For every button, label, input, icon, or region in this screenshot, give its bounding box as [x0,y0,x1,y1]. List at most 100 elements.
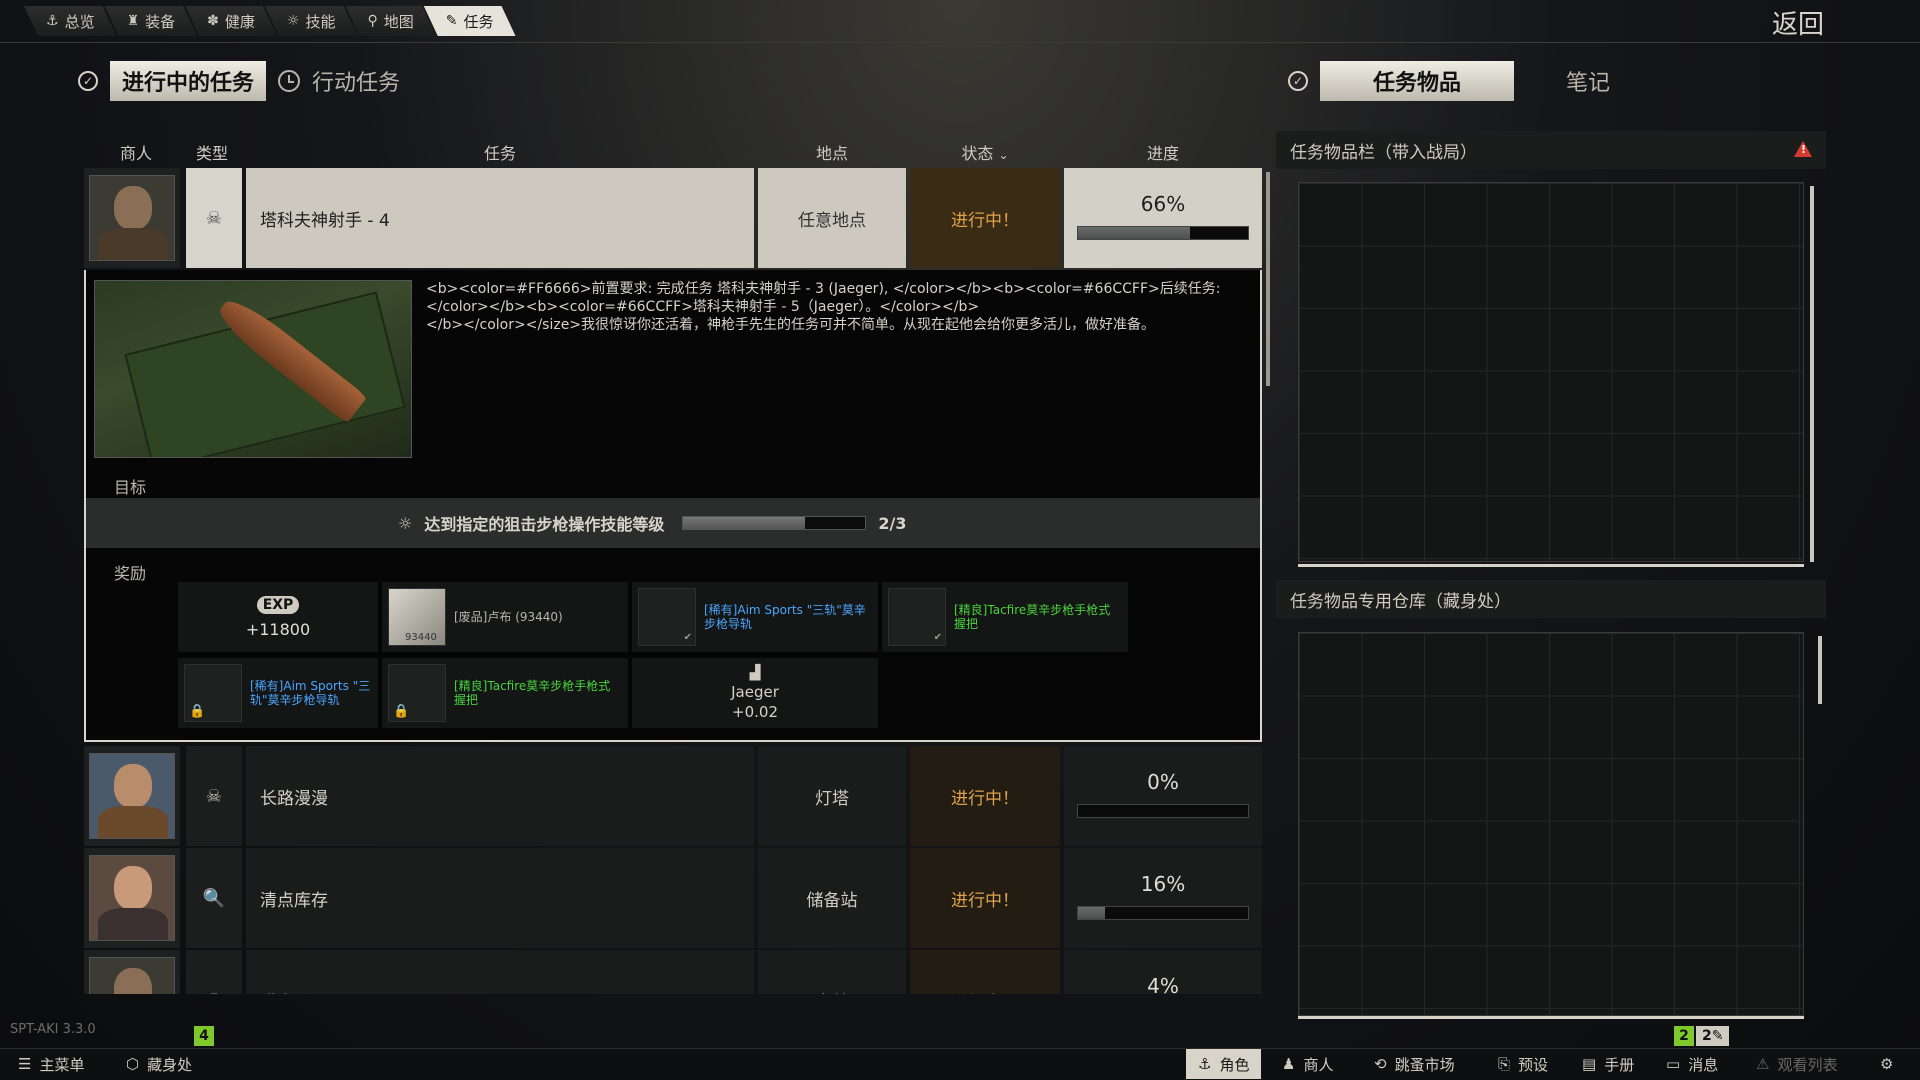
header-type[interactable]: 类型 [180,140,244,164]
quest-subtabs: ✓ 进行中的任务 行动任务 [78,61,400,101]
avatar [89,753,175,839]
button-label: 跳蚤市场 [1394,1055,1455,1074]
progress-fill [1078,227,1191,239]
quest-items-raid-grid[interactable] [1298,182,1804,562]
quest-type-cell: ☠ [186,950,242,994]
crate-shape [124,291,406,457]
reward-item[interactable]: ✔ [精良]Tacfire莫辛步枪手枪式握把 [882,582,1128,652]
menu-icon: ☰ [18,1055,32,1073]
tab-map[interactable]: ⚲ 地图 [345,6,435,36]
subtab-active-quests[interactable]: 进行中的任务 [110,61,267,101]
avatar [89,957,175,994]
quest-progress-cell: 16% [1064,848,1262,948]
rail-mount-icon: 🔒 [184,664,242,722]
subtab-notes[interactable]: 笔记 [1566,65,1610,97]
handbook-button[interactable]: ▤ 手册 [1570,1049,1646,1079]
traders-button[interactable]: ♟ 商人 [1270,1049,1345,1079]
description-line: </color></b><b><color=#66CCFF>塔科夫神射手 - 5… [426,299,980,315]
subtab-quest-items[interactable]: 任务物品 [1320,61,1514,101]
reward-item-locked[interactable]: 🔒 [稀有]Aim Sports "三轨"莫辛步枪导轨 [178,658,378,728]
back-button[interactable]: 返回 [1772,4,1824,41]
header-location[interactable]: 地点 [758,140,906,164]
hideout-grid-scrollbar[interactable] [1818,636,1822,704]
gear-vest-icon: ♜ [126,13,140,29]
quest-row[interactable]: ☠ 猎人 森林 进行中！ 4% [82,950,1264,994]
anchor-icon: ⚓ [1198,1055,1212,1073]
settings-button[interactable]: ⚙ [1868,1049,1905,1079]
tab-gear[interactable]: ♜ 装备 [105,6,198,36]
quest-status: 进行中！ [910,950,1060,994]
reward-item[interactable]: 93440 [废品]卢布 (93440) [382,582,628,652]
watchlist-button[interactable]: ⚠ 观看列表 [1744,1049,1849,1079]
flea-market-button[interactable]: ⟲ 跳蚤市场 [1362,1049,1467,1079]
quest-row[interactable]: ☠ 长路漫漫 灯塔 进行中！ 0% [82,746,1264,846]
avatar-body [98,908,168,940]
quest-list-scrollbar[interactable] [1266,172,1270,386]
presets-button[interactable]: ⎘ 预设 [1486,1049,1560,1079]
quest-list: ☠ 塔科夫神射手 - 4 任意地点 进行中！ 66% <b><color=#FF… [82,168,1264,994]
quest-progress-cell: 66% [1064,168,1262,268]
header-trader[interactable]: 商人 [96,140,176,164]
quest-status: 进行中！ [910,848,1060,948]
notification-badge: 2 [1674,1026,1694,1046]
quest-type-cell: ☠ [186,746,242,846]
quest-type-cell: ☠ [186,168,242,268]
quest-status: 进行中！ [910,168,1060,268]
warning-icon: ⚠ [1756,1055,1770,1073]
tab-label: 健康 [224,12,255,31]
description-line: <b><color=#FF6666>前置要求: 完成任务 塔科夫神射手 - 3 … [426,281,1221,297]
reputation-icon: ▟ [749,665,761,681]
badge-count: 2 [1702,1028,1712,1044]
divider [1298,1016,1804,1019]
pistol-grip-icon: ✔ [888,588,946,646]
subtab-operation-quests[interactable]: 行动任务 [312,65,400,97]
traders-icon: ♟ [1282,1055,1296,1073]
button-label: 预设 [1518,1055,1549,1074]
lock-icon: 🔒 [189,704,206,719]
quest-row[interactable]: ☠ 塔科夫神射手 - 4 任意地点 进行中！ 66% [82,168,1264,268]
avatar-body [98,228,168,260]
anchor-icon: ⚓ [46,13,59,29]
reward-item-locked[interactable]: 🔒 [精良]Tacfire莫辛步枪手枪式握把 [382,658,628,728]
tab-skills[interactable]: ☼ 技能 [265,6,358,36]
edit-icon: ✎ [445,13,458,29]
messages-button[interactable]: ▭ 消息 [1654,1049,1730,1079]
hideout-button[interactable]: ⬡ 藏身处 [114,1049,204,1079]
skill-icon: ☼ [286,13,300,29]
character-button[interactable]: ⚓ 角色 [1186,1049,1262,1079]
quest-row[interactable]: 🔍 清点库存 储备站 进行中！ 16% [82,848,1264,948]
quest-items-hideout-grid[interactable] [1298,632,1804,1016]
reputation-trader: Jaeger [731,683,779,701]
main-menu-button[interactable]: ☰ 主菜单 [6,1049,96,1079]
reward-name: [废品]卢布 (93440) [454,610,563,624]
tab-overview[interactable]: ⚓ 总览 [24,6,117,36]
avatar [89,855,175,941]
button-label: 藏身处 [147,1055,193,1074]
reward-item[interactable]: ✔ [稀有]Aim Sports "三轨"莫辛步枪导轨 [632,582,878,652]
trader-avatar-cell [84,746,180,846]
handbook-icon: ▤ [1582,1055,1597,1073]
divider [1298,564,1804,567]
progress-percent: 66% [1140,192,1186,216]
raid-grid-scrollbar[interactable] [1810,186,1814,562]
objective-text: 达到指定的狙击步枪操作技能等级 [424,515,665,534]
tab-tasks[interactable]: ✎ 任务 [424,6,516,36]
progress-percent: 16% [1140,872,1186,896]
tab-health[interactable]: ✽ 健康 [185,6,277,36]
header-progress[interactable]: 进度 [1064,140,1262,164]
reputation-value: +0.02 [732,703,778,721]
objective-progress-bar [682,516,867,530]
header-task[interactable]: 任务 [246,140,754,164]
quest-progress-cell: 4% [1064,950,1262,994]
divider [0,42,1920,43]
exp-value: +11800 [245,619,311,639]
header-status[interactable]: 状态 ⌄ [910,140,1060,164]
tab-label: 地图 [383,12,414,31]
skull-icon: ☠ [205,785,223,807]
reward-name: [精良]Tacfire莫辛步枪手枪式握把 [954,603,1122,631]
avatar-face [114,764,152,808]
quest-items-hideout-header: 任务物品专用仓库（藏身处） [1276,580,1826,618]
tab-label: 技能 [305,12,336,31]
reward-exp: EXP +11800 [178,582,378,652]
panel-title: 任务物品专用仓库（藏身处） [1290,591,1511,612]
